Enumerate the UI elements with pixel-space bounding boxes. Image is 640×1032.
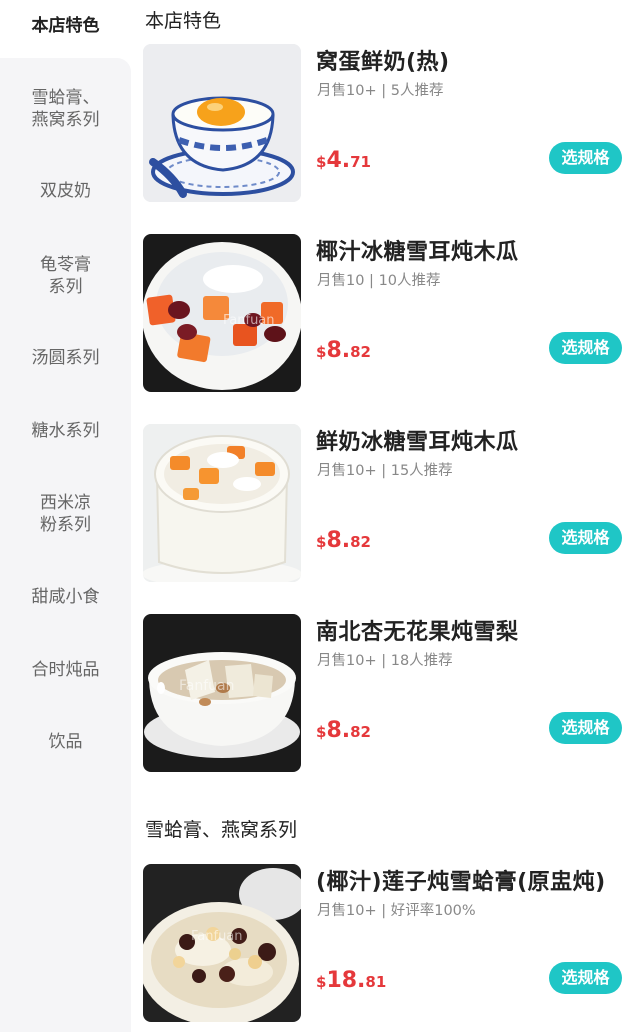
sidebar-item-tangyuan[interactable]: 汤圆系列	[0, 343, 131, 373]
recommend-count: 18人推荐	[390, 653, 453, 669]
category-sidebar: 本店特色 雪蛤膏、 燕窝系列 双皮奶 龟苓膏 系列 汤圆系列 糖水系列 西米凉 …	[0, 0, 131, 1032]
price-integer: 8.	[326, 338, 351, 363]
sidebar-item-seasonal-stew[interactable]: 合时炖品	[0, 655, 131, 685]
sidebar-item-double-skin-milk[interactable]: 双皮奶	[0, 176, 131, 206]
product-card[interactable]: 鲜奶冰糖雪耳炖木瓜 月售10+ | 15人推荐 $8.82 选规格	[143, 424, 633, 582]
price-decimal: 81	[365, 973, 387, 991]
sidebar-item-featured[interactable]: 本店特色	[0, 0, 131, 52]
price-integer: 8.	[326, 528, 351, 553]
rating: 好评率100%	[390, 903, 476, 919]
svg-text:Fanfuan: Fanfuan	[223, 313, 275, 328]
monthly-sales: 月售10+	[317, 653, 377, 669]
sidebar-active-corner	[0, 58, 131, 78]
product-name: 窝蛋鲜奶(热)	[316, 50, 450, 75]
price-decimal: 82	[350, 723, 371, 741]
monthly-sales: 月售10+	[317, 903, 377, 919]
product-card[interactable]: Fanfuan 椰汁冰糖雪耳炖木瓜 月售10 | 10人推荐 $8.82 选规格	[143, 234, 633, 392]
svg-text:Fanfuan: Fanfuan	[179, 678, 234, 694]
product-image: Fanfuan	[143, 614, 301, 772]
price-integer: 4.	[326, 148, 351, 173]
section-title: 雪蛤膏、燕窝系列	[145, 819, 298, 841]
price-integer: 18.	[326, 968, 366, 993]
select-spec-button[interactable]: 选规格	[549, 522, 622, 554]
meta-separator: |	[376, 463, 391, 479]
recommend-count: 10人推荐	[378, 273, 441, 289]
price-currency: $	[316, 343, 327, 361]
select-spec-button[interactable]: 选规格	[549, 962, 622, 994]
sidebar-item-sweet-soup[interactable]: 糖水系列	[0, 416, 131, 446]
price-currency: $	[316, 153, 327, 171]
meta-separator: |	[364, 273, 379, 289]
product-meta: 月售10+ | 18人推荐	[317, 649, 453, 670]
product-name: 椰汁冰糖雪耳炖木瓜	[316, 240, 519, 265]
price-currency: $	[316, 973, 327, 991]
price-decimal: 82	[350, 533, 371, 551]
select-spec-button[interactable]: 选规格	[549, 712, 622, 744]
product-meta: 月售10+ | 5人推荐	[317, 79, 443, 100]
product-name: 鲜奶冰糖雪耳炖木瓜	[316, 430, 519, 455]
product-image: Fanfuan	[143, 864, 301, 1022]
product-price: $8.82	[316, 718, 371, 743]
sidebar-item-guilinggao[interactable]: 龟苓膏 系列	[0, 251, 131, 301]
product-name: (椰汁)莲子炖雪蛤膏(原盅炖)	[316, 870, 606, 895]
select-spec-button[interactable]: 选规格	[549, 142, 622, 174]
meta-separator: |	[376, 83, 391, 99]
monthly-sales: 月售10+	[317, 463, 377, 479]
monthly-sales: 月售10	[317, 273, 365, 289]
price-currency: $	[316, 723, 327, 741]
price-decimal: 71	[350, 153, 371, 171]
product-meta: 月售10+ | 好评率100%	[317, 899, 476, 920]
monthly-sales: 月售10+	[317, 83, 377, 99]
section-title: 本店特色	[145, 10, 222, 32]
sidebar-item-hasma-birdnest[interactable]: 雪蛤膏、 燕窝系列	[0, 84, 131, 134]
meta-separator: |	[376, 903, 391, 919]
sidebar-item-sago-jelly[interactable]: 西米凉 粉系列	[0, 489, 131, 539]
product-meta: 月售10+ | 15人推荐	[317, 459, 453, 480]
product-price: $18.81	[316, 968, 386, 993]
product-meta: 月售10 | 10人推荐	[317, 269, 441, 290]
product-image	[143, 44, 301, 202]
select-spec-button[interactable]: 选规格	[549, 332, 622, 364]
recommend-count: 5人推荐	[390, 83, 444, 99]
product-image: Fanfuan	[143, 234, 301, 392]
meta-separator: |	[376, 653, 391, 669]
product-price: $8.82	[316, 338, 371, 363]
sidebar-item-drinks[interactable]: 饮品	[0, 727, 131, 757]
product-card[interactable]: Fanfuan (椰汁)莲子炖雪蛤膏(原盅炖) 月售10+ | 好评率100% …	[143, 864, 633, 1022]
sidebar-item-snacks[interactable]: 甜咸小食	[0, 582, 131, 612]
svg-text:Fanfuan: Fanfuan	[191, 929, 243, 944]
product-card[interactable]: Fanfuan 南北杏无花果炖雪梨 月售10+ | 18人推荐 $8.82 选规…	[143, 614, 633, 772]
product-name: 南北杏无花果炖雪梨	[316, 620, 519, 645]
price-currency: $	[316, 533, 327, 551]
product-card[interactable]: 窝蛋鲜奶(热) 月售10+ | 5人推荐 $4.71 选规格	[143, 44, 633, 202]
price-integer: 8.	[326, 718, 351, 743]
product-price: $8.82	[316, 528, 371, 553]
price-decimal: 82	[350, 343, 371, 361]
product-image	[143, 424, 301, 582]
product-price: $4.71	[316, 148, 371, 173]
recommend-count: 15人推荐	[390, 463, 453, 479]
